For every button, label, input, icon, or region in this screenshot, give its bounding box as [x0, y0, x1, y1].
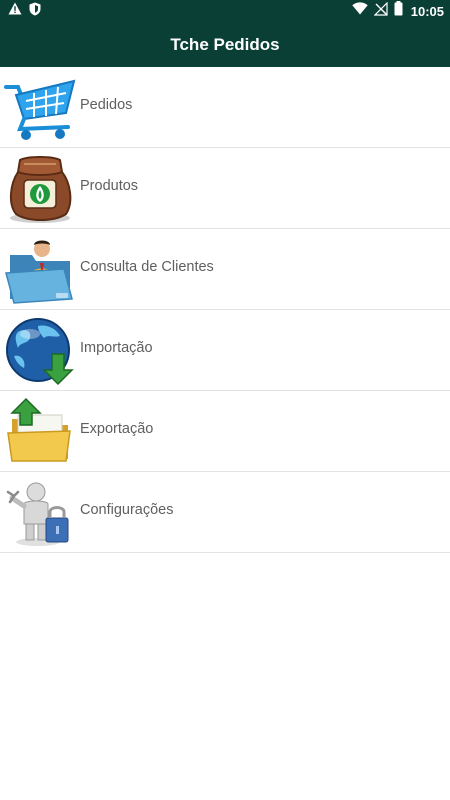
status-left-icons [8, 2, 41, 21]
menu-item-consulta-clientes[interactable]: Consulta de Clientes [0, 229, 450, 310]
client-folder-icon [4, 235, 76, 305]
seed-sack-icon [4, 154, 76, 224]
status-right-icons: 10:05 [352, 1, 444, 21]
menu-item-label: Consulta de Clientes [80, 259, 214, 275]
app-screen: 10:05 Tche Pedidos Pedidos Produtos Cons… [0, 0, 450, 800]
menu-item-label: Configurações [80, 502, 174, 518]
menu-item-importacao[interactable]: Importação [0, 310, 450, 391]
warning-icon [8, 2, 22, 20]
menu-item-label: Importação [80, 340, 153, 356]
folder-upload-icon [4, 397, 76, 467]
shield-icon [29, 2, 41, 21]
globe-download-icon [4, 316, 76, 386]
no-signal-icon [373, 1, 388, 21]
menu-item-configuracoes[interactable]: Configurações [0, 472, 450, 553]
settings-person-icon [4, 478, 76, 548]
shopping-cart-icon [4, 73, 76, 143]
battery-icon [394, 1, 403, 21]
menu-item-label: Produtos [80, 178, 139, 194]
status-time: 10:05 [410, 3, 444, 19]
menu-item-label: Exportação [80, 421, 154, 437]
menu-item-exportacao[interactable]: Exportação [0, 391, 450, 472]
wifi-icon [352, 2, 368, 20]
main-menu: Pedidos Produtos Consulta de Clientes Im… [0, 67, 450, 553]
menu-item-label: Pedidos [80, 97, 133, 113]
status-bar: 10:05 [0, 0, 450, 22]
app-title: Tche Pedidos [170, 34, 280, 54]
menu-item-produtos[interactable]: Produtos [0, 148, 450, 229]
menu-item-pedidos[interactable]: Pedidos [0, 67, 450, 148]
app-bar: Tche Pedidos [0, 22, 450, 67]
